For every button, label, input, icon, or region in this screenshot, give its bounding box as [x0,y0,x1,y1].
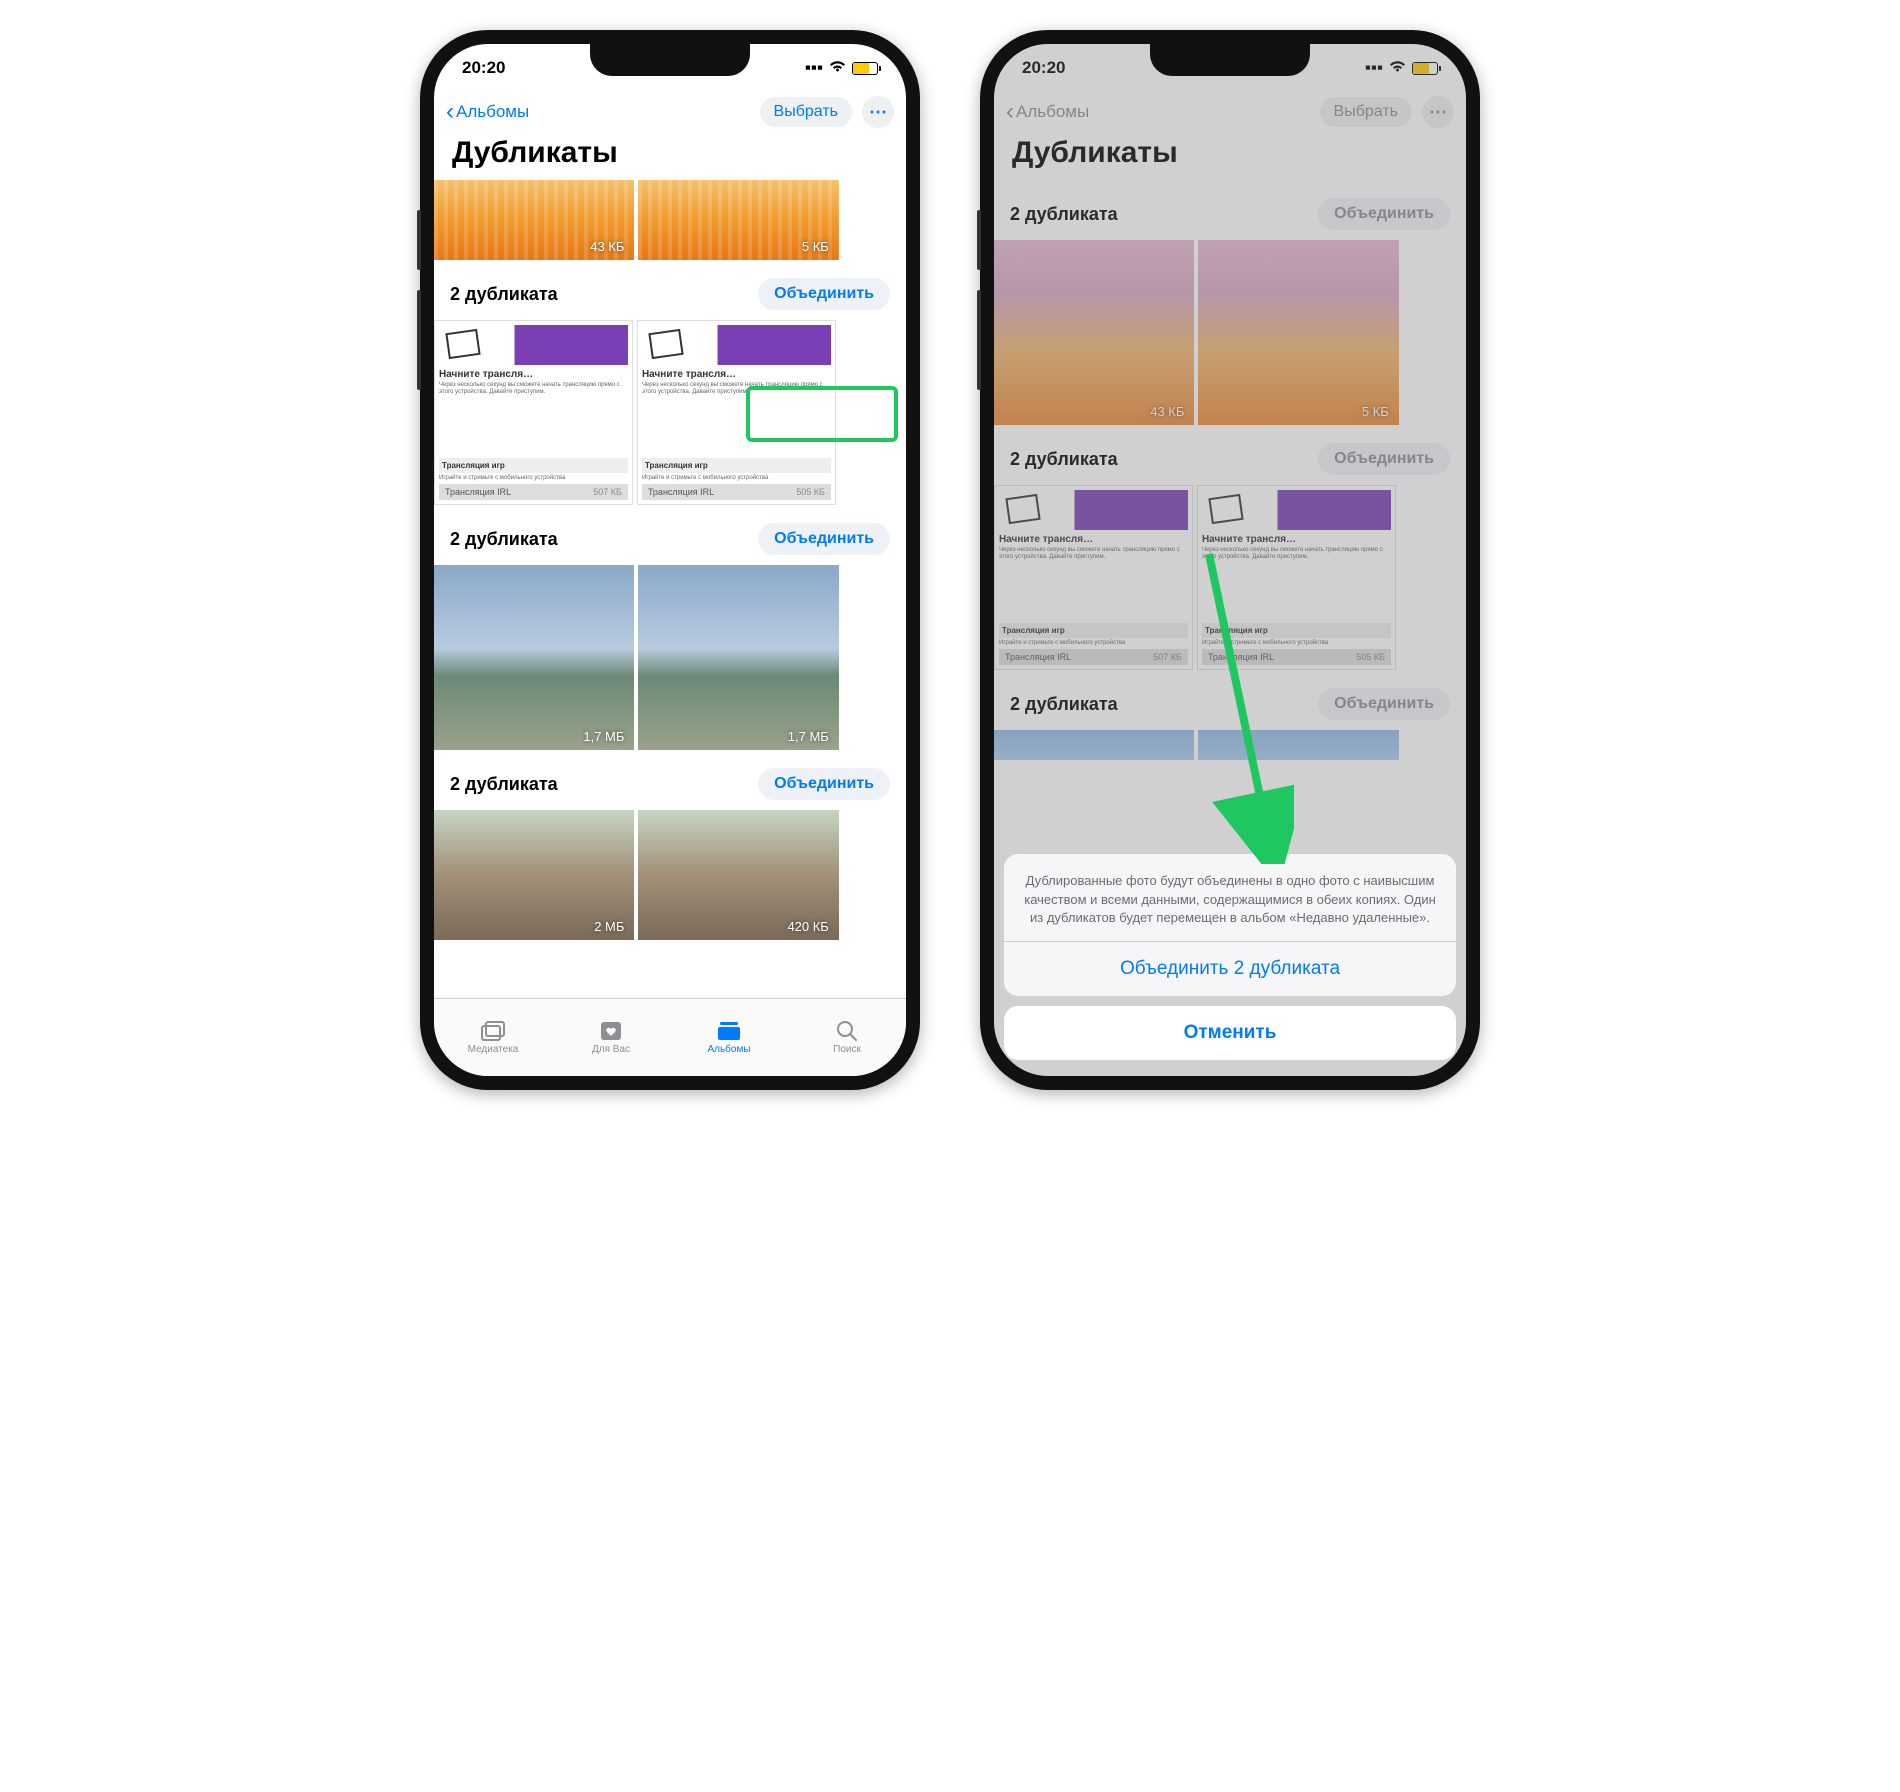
file-size: 5 КБ [802,239,829,254]
search-icon [834,1020,860,1042]
select-button[interactable]: Выбрать [760,97,852,127]
nav-bar: ‹ Альбомы Выбрать ⋯ [434,92,906,134]
back-label: Альбомы [456,102,529,122]
battery-icon [852,62,878,75]
thumbnail-doc[interactable]: Начните трансля… Через несколько секунд … [637,320,836,505]
group-header: 2 дубликата Объединить [434,505,906,565]
sheet-merge-button[interactable]: Объединить 2 дубликата [1004,941,1456,996]
thumbnail-doc[interactable]: Начните трансля… Через несколько секунд … [434,320,633,505]
file-size: 505 КБ [796,487,825,497]
thumbnail[interactable]: 5 КБ [638,180,838,260]
cellular-icon: ▪▪▪ [805,58,823,78]
tab-label: Для Вас [592,1044,630,1055]
thumbnail[interactable]: 1,7 МБ [638,565,838,750]
tab-label: Альбомы [707,1044,750,1055]
merge-button[interactable]: Объединить [758,523,890,555]
file-size: 1,7 МБ [583,729,624,744]
tab-search[interactable]: Поиск [788,999,906,1076]
heart-icon [598,1020,624,1042]
thumbnail[interactable]: 2 МБ [434,810,634,940]
albums-icon [716,1020,742,1042]
group-count: 2 дубликата [450,284,558,305]
sheet-cancel-button[interactable]: Отменить [1004,1006,1456,1060]
back-button[interactable]: ‹ Альбомы [446,100,529,124]
thumbnail[interactable]: 43 КБ [434,180,634,260]
content-scroll[interactable]: 43 КБ 5 КБ 2 дубликата Объединить Начнит… [434,180,906,998]
group-header: 2 дубликата Объединить [434,260,906,320]
notch [1150,44,1310,76]
tab-label: Медиатека [468,1044,519,1055]
sheet-card: Дублированные фото будут объединены в од… [1004,854,1456,996]
file-size: 43 КБ [590,239,624,254]
page-title: Дубликаты [434,134,906,180]
doc-section: Трансляция игр [439,458,628,473]
group-count: 2 дубликата [450,529,558,550]
wifi-icon [829,58,846,78]
doc-section: Трансляция игр [642,458,831,473]
chevron-left-icon: ‹ [446,100,454,124]
tab-bar: Медиатека Для Вас Альбомы Поиск [434,998,906,1076]
file-size: 420 КБ [787,919,828,934]
group-count: 2 дубликата [450,774,558,795]
tab-albums[interactable]: Альбомы [670,999,788,1076]
doc-title: Начните трансля… [439,369,628,380]
phone-left: 20:20 ▪▪▪ ‹ Альбомы Выбрать ⋯ Дубликаты [420,30,920,1090]
tab-label: Поиск [833,1044,861,1055]
more-button[interactable]: ⋯ [862,96,894,128]
doc-title: Начните трансля… [642,369,831,380]
notch [590,44,750,76]
thumbnail[interactable]: 1,7 МБ [434,565,634,750]
screen-right: 20:20 ▪▪▪ ‹ Альбомы Выбрать ⋯ Дубликаты [994,44,1466,1076]
file-size: 507 КБ [593,487,622,497]
merge-button[interactable]: Объединить [758,278,890,310]
action-sheet: Дублированные фото будут объединены в од… [1004,854,1456,1060]
tab-foryou[interactable]: Для Вас [552,999,670,1076]
more-icon: ⋯ [869,102,887,123]
file-size: 2 МБ [594,919,624,934]
screen-left: 20:20 ▪▪▪ ‹ Альбомы Выбрать ⋯ Дубликаты [434,44,906,1076]
sheet-message: Дублированные фото будут объединены в од… [1004,854,1456,941]
status-icons: ▪▪▪ [805,58,878,78]
phone-right: 20:20 ▪▪▪ ‹ Альбомы Выбрать ⋯ Дубликаты [980,30,1480,1090]
tab-media[interactable]: Медиатека [434,999,552,1076]
library-icon [480,1020,506,1042]
thumbnail[interactable]: 420 КБ [638,810,838,940]
merge-button[interactable]: Объединить [758,768,890,800]
status-time: 20:20 [462,58,505,78]
group-header: 2 дубликата Объединить [434,750,906,810]
file-size: 1,7 МБ [788,729,829,744]
